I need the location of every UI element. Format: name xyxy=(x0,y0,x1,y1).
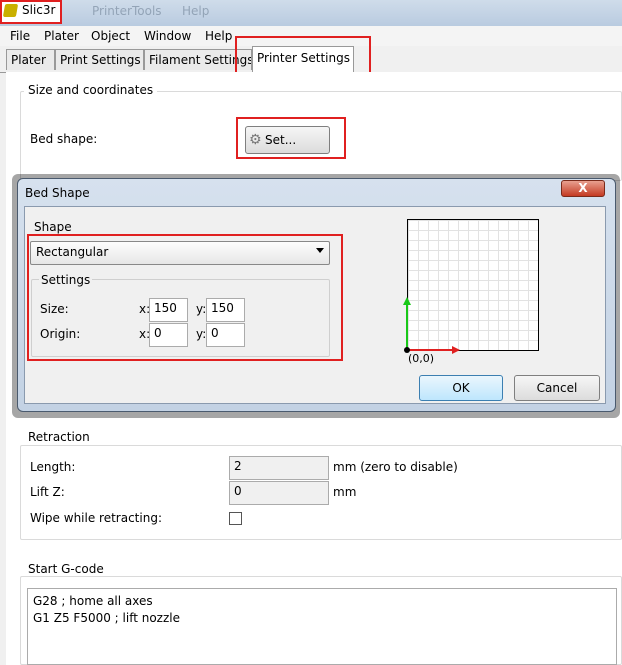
menu-file[interactable]: File xyxy=(10,29,30,43)
size-coordinates-title: Size and coordinates xyxy=(24,83,158,97)
bed-shape-label: Bed shape: xyxy=(30,132,98,146)
close-icon: X xyxy=(578,181,588,195)
faded-menu-help: Help xyxy=(182,4,210,18)
shape-label: Shape xyxy=(34,220,72,234)
ok-button[interactable]: OK xyxy=(419,375,503,401)
menu-object[interactable]: Object xyxy=(91,29,130,43)
tab-print-settings[interactable]: Print Settings xyxy=(55,49,144,70)
cancel-button[interactable]: Cancel xyxy=(514,375,600,401)
menu-help[interactable]: Help xyxy=(205,29,232,43)
tab-plater[interactable]: Plater xyxy=(6,49,55,70)
lift-z-label: Lift Z: xyxy=(30,485,65,499)
gcode-line: G28 ; home all axes xyxy=(33,594,153,608)
gcode-line: G1 Z5 F5000 ; lift nozzle xyxy=(33,611,180,625)
length-unit: mm (zero to disable) xyxy=(333,460,458,474)
origin-coordinates: (0,0) xyxy=(408,352,435,365)
menu-window[interactable]: Window xyxy=(144,29,191,43)
lift-z-unit: mm xyxy=(333,485,357,499)
slic3r-logo-icon xyxy=(2,4,19,17)
faded-menu-tools: Tools xyxy=(132,4,162,18)
set-button-highlight xyxy=(236,117,346,159)
length-input[interactable]: 2 xyxy=(229,456,329,480)
faded-menu-printer: Printer xyxy=(92,4,132,18)
length-label: Length: xyxy=(30,460,76,474)
shape-settings-highlight xyxy=(27,234,343,361)
start-gcode-title: Start G-code xyxy=(24,562,108,576)
dialog-close-button[interactable]: X xyxy=(561,180,605,197)
dialog-title: Bed Shape xyxy=(25,186,90,200)
app-title: Slic3r xyxy=(22,3,56,17)
retraction-title: Retraction xyxy=(24,430,94,444)
wipe-checkbox[interactable] xyxy=(229,512,242,525)
wipe-label: Wipe while retracting: xyxy=(30,511,162,525)
menu-plater[interactable]: Plater xyxy=(44,29,79,43)
lift-z-input[interactable]: 0 xyxy=(229,481,329,505)
start-gcode-textarea[interactable]: G28 ; home all axes G1 Z5 F5000 ; lift n… xyxy=(27,588,617,665)
